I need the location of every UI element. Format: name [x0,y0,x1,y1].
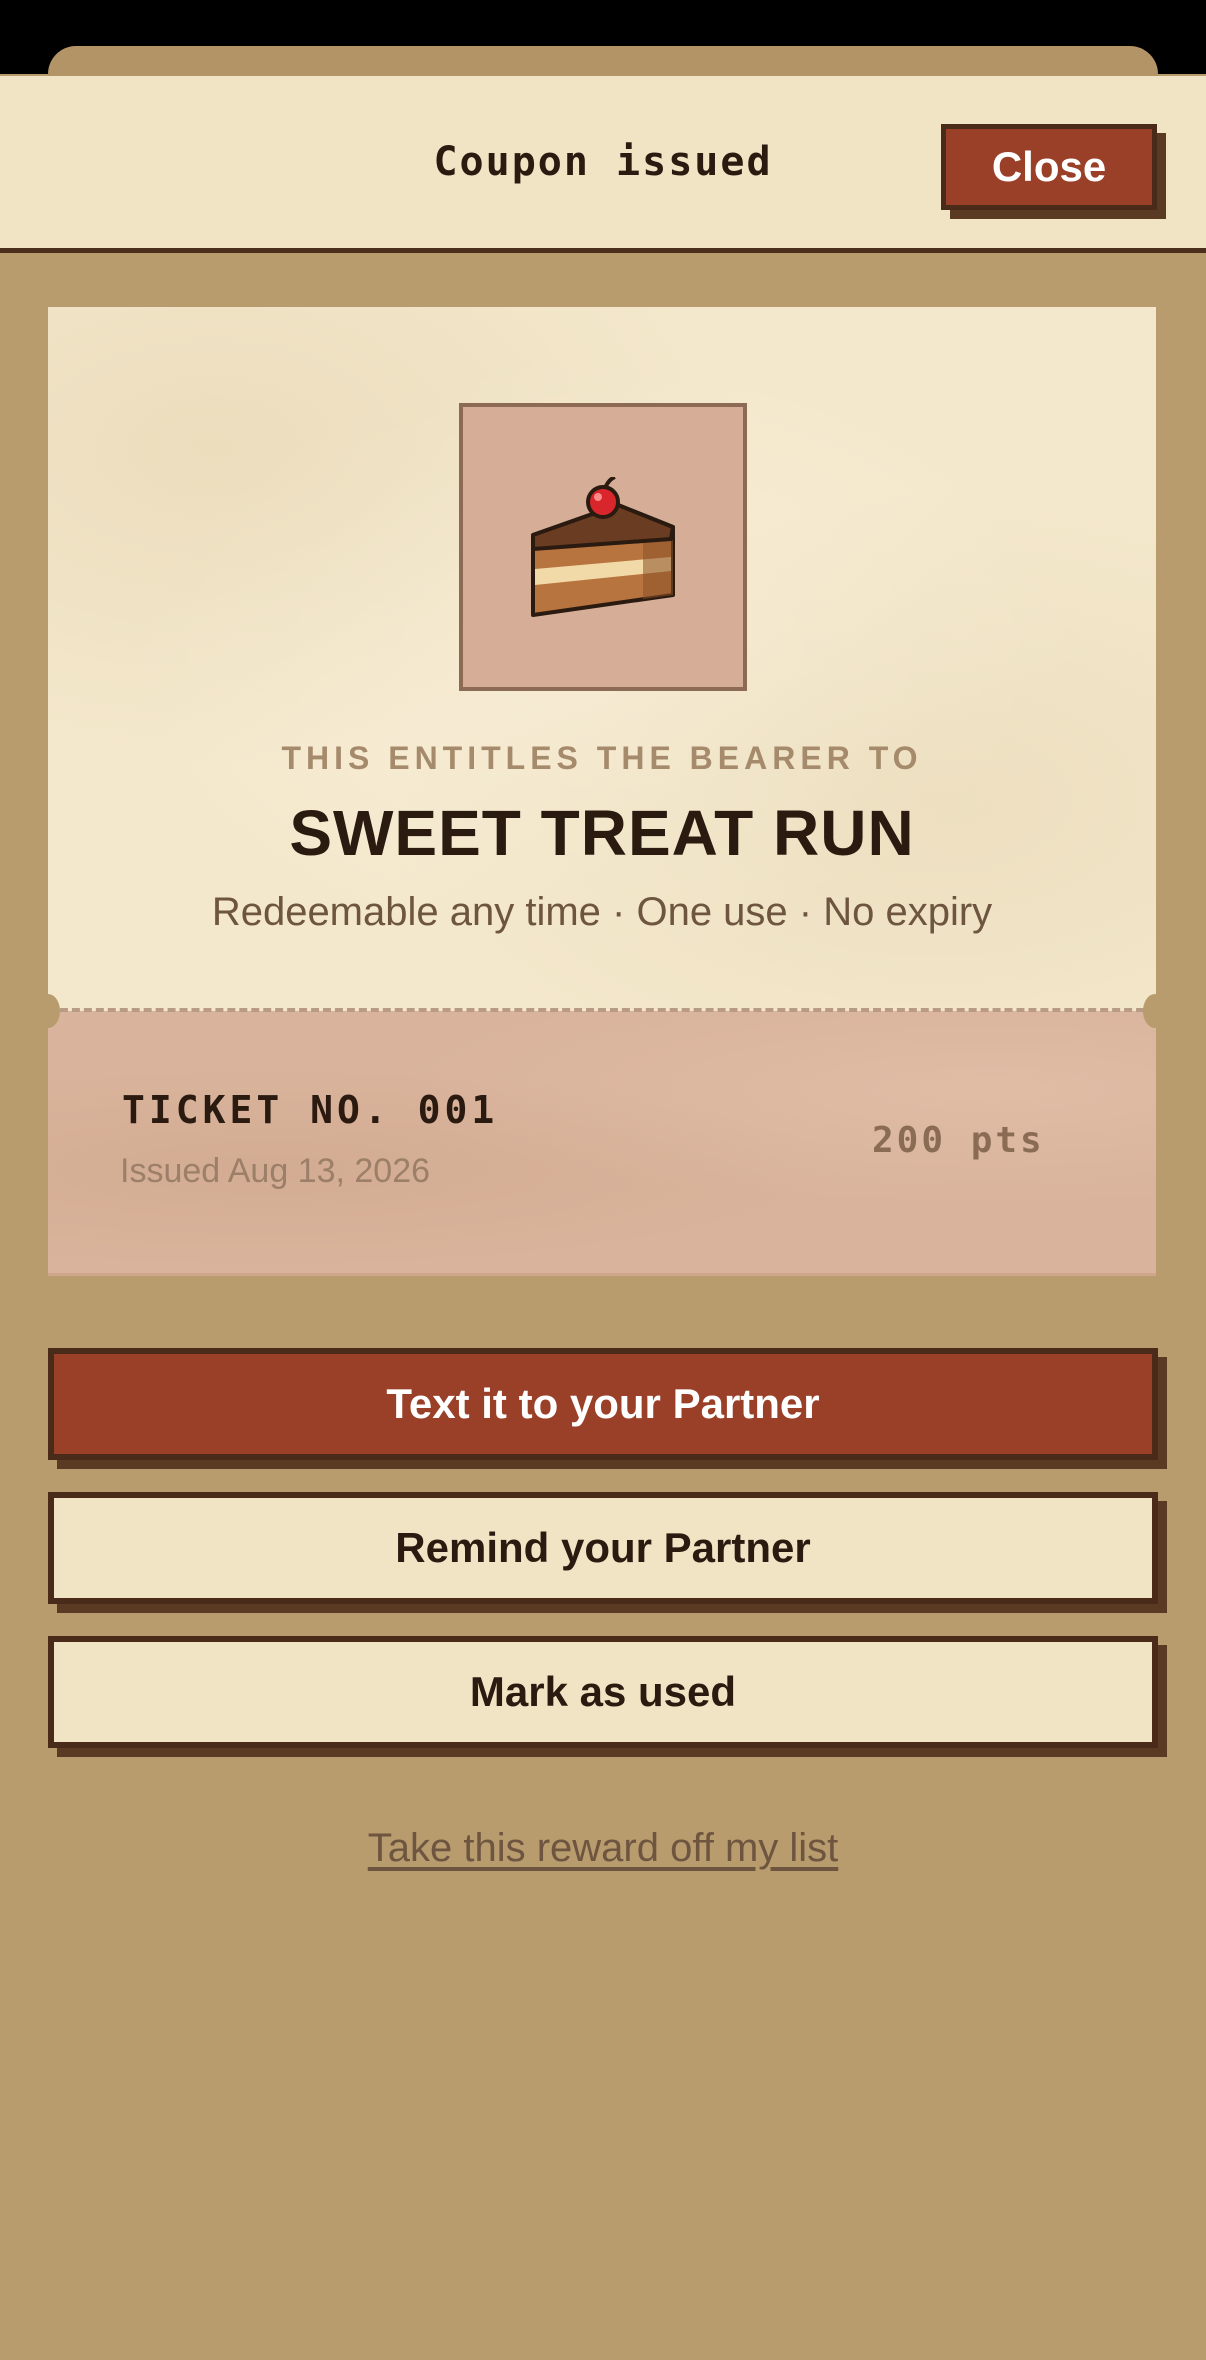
remove-reward-link[interactable]: Take this reward off my list [0,1826,1206,1871]
reward-terms: Redeemable any time · One use · No expir… [211,890,993,934]
remove-reward-link-label[interactable]: Take this reward off my list [368,1826,839,1870]
close-button[interactable]: Close [941,124,1157,210]
mark-used-button[interactable]: Mark as used [48,1636,1158,1748]
ticket-notch-left [36,994,60,1028]
ticket-number: TICKET NO. 001 [122,1088,499,1132]
entitles-label: THIS ENTITLES THE BEARER TO [281,740,923,776]
points-value: 200 pts [872,1120,1045,1161]
text-partner-button[interactable]: Text it to your Partner [48,1348,1158,1460]
cake-slice-icon [531,477,675,617]
ticket-notch-right [1143,994,1167,1028]
reward-title: SWEET TREAT RUN [289,797,915,869]
issued-date: Issued Aug 13, 2026 [120,1152,431,1190]
remind-partner-button[interactable]: Remind your Partner [48,1492,1158,1604]
reward-image-frame [459,403,747,691]
modal-header: Coupon issued Close [0,76,1206,253]
perforation-line [48,1008,1156,1012]
